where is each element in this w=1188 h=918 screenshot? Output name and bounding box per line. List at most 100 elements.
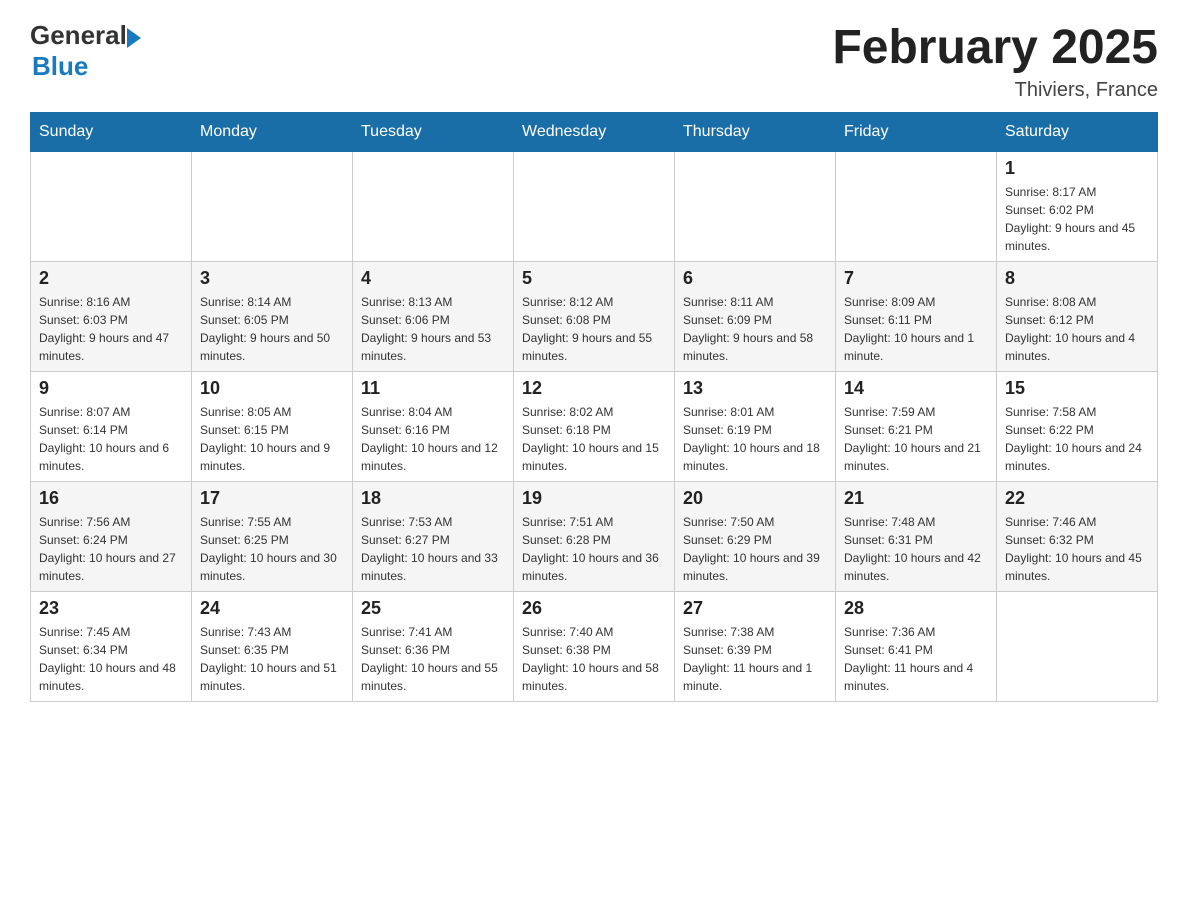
calendar-day-cell: 2 Sunrise: 8:16 AMSunset: 6:03 PMDaylight… [31, 262, 192, 372]
calendar-day-cell: 1 Sunrise: 8:17 AMSunset: 6:02 PMDaylight… [997, 152, 1158, 262]
day-number: 17 [200, 488, 344, 509]
calendar-day-cell: 18 Sunrise: 7:53 AMSunset: 6:27 PMDayligh… [353, 482, 514, 592]
calendar-day-cell: 15 Sunrise: 7:58 AMSunset: 6:22 PMDayligh… [997, 372, 1158, 482]
calendar-day-cell: 13 Sunrise: 8:01 AMSunset: 6:19 PMDayligh… [675, 372, 836, 482]
calendar-day-cell: 25 Sunrise: 7:41 AMSunset: 6:36 PMDayligh… [353, 592, 514, 702]
calendar-table: SundayMondayTuesdayWednesdayThursdayFrid… [30, 112, 1158, 702]
day-info-text: Sunrise: 8:05 AMSunset: 6:15 PMDaylight:… [200, 403, 344, 475]
calendar-day-cell: 27 Sunrise: 7:38 AMSunset: 6:39 PMDayligh… [675, 592, 836, 702]
calendar-week-row: 9 Sunrise: 8:07 AMSunset: 6:14 PMDaylight… [31, 372, 1158, 482]
day-number: 28 [844, 598, 988, 619]
calendar-day-cell: 12Sunrise: 8:02 AMSunset: 6:18 PMDayligh… [514, 372, 675, 482]
day-info-text: Sunrise: 8:01 AMSunset: 6:19 PMDaylight:… [683, 403, 827, 475]
day-number: 11 [361, 378, 505, 399]
day-number: 10 [200, 378, 344, 399]
day-of-week-header: Wednesday [514, 113, 675, 152]
day-info-text: Sunrise: 7:46 AMSunset: 6:32 PMDaylight:… [1005, 513, 1149, 585]
day-of-week-header: Thursday [675, 113, 836, 152]
calendar-day-cell: 6 Sunrise: 8:11 AMSunset: 6:09 PMDaylight… [675, 262, 836, 372]
day-number: 14 [844, 378, 988, 399]
calendar-day-cell [997, 592, 1158, 702]
day-info-text: Sunrise: 8:14 AMSunset: 6:05 PMDaylight:… [200, 293, 344, 365]
calendar-day-cell: 11 Sunrise: 8:04 AMSunset: 6:16 PMDayligh… [353, 372, 514, 482]
calendar-day-cell: 5 Sunrise: 8:12 AMSunset: 6:08 PMDaylight… [514, 262, 675, 372]
calendar-day-cell: 3 Sunrise: 8:14 AMSunset: 6:05 PMDaylight… [192, 262, 353, 372]
day-info-text: Sunrise: 8:04 AMSunset: 6:16 PMDaylight:… [361, 403, 505, 475]
title-section: February 2025 Thiviers, France [832, 20, 1158, 102]
day-info-text: Sunrise: 7:56 AMSunset: 6:24 PMDaylight:… [39, 513, 183, 585]
day-number: 4 [361, 268, 505, 289]
day-number: 27 [683, 598, 827, 619]
calendar-day-cell [353, 152, 514, 262]
page-header: General Blue February 2025 Thiviers, Fra… [30, 20, 1158, 102]
day-number: 19 [522, 488, 666, 509]
day-info-text: Sunrise: 7:43 AMSunset: 6:35 PMDaylight:… [200, 623, 344, 695]
calendar-day-cell: 10 Sunrise: 8:05 AMSunset: 6:15 PMDayligh… [192, 372, 353, 482]
calendar-day-cell: 26 Sunrise: 7:40 AMSunset: 6:38 PMDayligh… [514, 592, 675, 702]
day-of-week-header: Sunday [31, 113, 192, 152]
calendar-day-cell: 28 Sunrise: 7:36 AMSunset: 6:41 PMDayligh… [836, 592, 997, 702]
day-number: 6 [683, 268, 827, 289]
calendar-day-cell [192, 152, 353, 262]
day-of-week-header: Friday [836, 113, 997, 152]
calendar-week-row: 16Sunrise: 7:56 AMSunset: 6:24 PMDayligh… [31, 482, 1158, 592]
day-of-week-header: Monday [192, 113, 353, 152]
day-number: 3 [200, 268, 344, 289]
day-info-text: Sunrise: 7:48 AMSunset: 6:31 PMDaylight:… [844, 513, 988, 585]
day-number: 2 [39, 268, 183, 289]
day-info-text: Sunrise: 7:59 AMSunset: 6:21 PMDaylight:… [844, 403, 988, 475]
location-label: Thiviers, France [832, 79, 1158, 102]
day-number: 18 [361, 488, 505, 509]
day-number: 22 [1005, 488, 1149, 509]
day-of-week-header: Saturday [997, 113, 1158, 152]
calendar-day-cell [675, 152, 836, 262]
day-number: 24 [200, 598, 344, 619]
calendar-day-cell [31, 152, 192, 262]
day-info-text: Sunrise: 7:55 AMSunset: 6:25 PMDaylight:… [200, 513, 344, 585]
day-number: 12 [522, 378, 666, 399]
calendar-day-cell: 16Sunrise: 7:56 AMSunset: 6:24 PMDayligh… [31, 482, 192, 592]
calendar-day-cell [514, 152, 675, 262]
calendar-week-row: 2 Sunrise: 8:16 AMSunset: 6:03 PMDaylight… [31, 262, 1158, 372]
day-info-text: Sunrise: 8:17 AMSunset: 6:02 PMDaylight:… [1005, 183, 1149, 255]
day-info-text: Sunrise: 8:16 AMSunset: 6:03 PMDaylight:… [39, 293, 183, 365]
calendar-week-row: 1 Sunrise: 8:17 AMSunset: 6:02 PMDaylight… [31, 152, 1158, 262]
calendar-day-cell: 7 Sunrise: 8:09 AMSunset: 6:11 PMDaylight… [836, 262, 997, 372]
calendar-day-cell: 21 Sunrise: 7:48 AMSunset: 6:31 PMDayligh… [836, 482, 997, 592]
calendar-week-row: 23Sunrise: 7:45 AMSunset: 6:34 PMDayligh… [31, 592, 1158, 702]
calendar-day-cell: 20 Sunrise: 7:50 AMSunset: 6:29 PMDayligh… [675, 482, 836, 592]
day-info-text: Sunrise: 7:41 AMSunset: 6:36 PMDaylight:… [361, 623, 505, 695]
logo-blue-text: Blue [32, 51, 141, 82]
day-number: 13 [683, 378, 827, 399]
day-number: 15 [1005, 378, 1149, 399]
day-number: 7 [844, 268, 988, 289]
day-number: 1 [1005, 158, 1149, 179]
day-info-text: Sunrise: 8:08 AMSunset: 6:12 PMDaylight:… [1005, 293, 1149, 365]
day-info-text: Sunrise: 8:12 AMSunset: 6:08 PMDaylight:… [522, 293, 666, 365]
calendar-day-cell [836, 152, 997, 262]
day-number: 23 [39, 598, 183, 619]
day-number: 20 [683, 488, 827, 509]
day-info-text: Sunrise: 7:58 AMSunset: 6:22 PMDaylight:… [1005, 403, 1149, 475]
calendar-day-cell: 23Sunrise: 7:45 AMSunset: 6:34 PMDayligh… [31, 592, 192, 702]
day-number: 25 [361, 598, 505, 619]
day-info-text: Sunrise: 7:51 AMSunset: 6:28 PMDaylight:… [522, 513, 666, 585]
day-info-text: Sunrise: 8:09 AMSunset: 6:11 PMDaylight:… [844, 293, 988, 365]
day-info-text: Sunrise: 7:36 AMSunset: 6:41 PMDaylight:… [844, 623, 988, 695]
day-info-text: Sunrise: 7:53 AMSunset: 6:27 PMDaylight:… [361, 513, 505, 585]
logo-general-text: General [30, 20, 127, 51]
day-info-text: Sunrise: 7:50 AMSunset: 6:29 PMDaylight:… [683, 513, 827, 585]
day-info-text: Sunrise: 8:11 AMSunset: 6:09 PMDaylight:… [683, 293, 827, 365]
calendar-day-cell: 17 Sunrise: 7:55 AMSunset: 6:25 PMDayligh… [192, 482, 353, 592]
day-number: 21 [844, 488, 988, 509]
day-info-text: Sunrise: 7:38 AMSunset: 6:39 PMDaylight:… [683, 623, 827, 695]
calendar-day-cell: 8Sunrise: 8:08 AMSunset: 6:12 PMDaylight… [997, 262, 1158, 372]
day-info-text: Sunrise: 7:40 AMSunset: 6:38 PMDaylight:… [522, 623, 666, 695]
day-number: 5 [522, 268, 666, 289]
logo-arrow-icon [127, 28, 141, 48]
day-number: 26 [522, 598, 666, 619]
day-number: 9 [39, 378, 183, 399]
day-info-text: Sunrise: 8:07 AMSunset: 6:14 PMDaylight:… [39, 403, 183, 475]
month-year-title: February 2025 [832, 20, 1158, 75]
calendar-day-cell: 19 Sunrise: 7:51 AMSunset: 6:28 PMDayligh… [514, 482, 675, 592]
